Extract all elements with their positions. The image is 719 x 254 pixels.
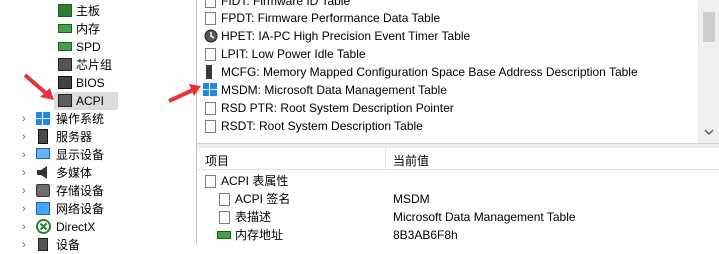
tree-item-display[interactable]: › 显示设备	[0, 146, 196, 164]
tree-item-label: 内存	[76, 22, 101, 36]
tree-item-label: SPD	[76, 40, 101, 54]
property-value: MSDM	[393, 192, 430, 206]
acpi-icon	[58, 94, 72, 107]
list-item[interactable]: MCFG: Memory Mapped Configuration Space …	[197, 63, 697, 81]
details-header: 项目 当前值	[197, 148, 719, 170]
column-header-item[interactable]: 项目	[205, 152, 229, 169]
tree-item-label: 设备	[56, 238, 81, 252]
page-icon	[205, 48, 216, 61]
property-value: 8B3AB6F8h	[393, 228, 458, 242]
tree-item-storage[interactable]: › 存储设备	[0, 182, 196, 200]
list-item-label: RSD PTR: Root System Description Pointer	[221, 101, 454, 115]
tree-item-motherboard[interactable]: 主板	[0, 2, 196, 20]
list-item[interactable]: RSD PTR: Root System Description Pointer	[197, 99, 697, 117]
table-row[interactable]: ACPI 签名 MSDM	[197, 190, 719, 208]
tree-item-acpi[interactable]: ACPI	[54, 92, 118, 110]
column-header-value[interactable]: 当前值	[393, 152, 429, 169]
tree-item-label: 操作系统	[56, 112, 105, 126]
chevron-right-icon[interactable]: ›	[22, 186, 32, 197]
page-icon	[219, 193, 230, 206]
list-item-label: LPIT: Low Power Idle Table	[221, 47, 366, 61]
windows-icon	[203, 83, 217, 96]
storage-icon	[36, 184, 50, 197]
list-item[interactable]: MSDM: Microsoft Data Management Table	[197, 81, 697, 99]
chevron-right-icon[interactable]: ›	[22, 168, 32, 179]
tree-item-label: 主板	[76, 4, 101, 18]
network-icon	[36, 202, 50, 215]
timer-icon	[204, 29, 218, 43]
page-icon	[205, 175, 216, 188]
server-icon	[38, 129, 48, 144]
memory-icon	[217, 231, 231, 239]
details-group[interactable]: ACPI 表属性	[197, 172, 719, 190]
scrollbar-thumb[interactable]	[703, 12, 715, 42]
list-scrollbar[interactable]	[698, 0, 719, 143]
multimedia-icon	[36, 166, 50, 179]
display-icon	[36, 148, 50, 159]
tree-item-memory[interactable]: 内存	[0, 20, 196, 38]
tree-item-label: 存储设备	[56, 184, 105, 198]
device-tree[interactable]: 主板 内存 SPD 芯片组 BIOS ACPI › 操作系统 › 服务器 › 显…	[0, 0, 197, 252]
property-value: Microsoft Data Management Table	[393, 210, 576, 224]
tree-item-server[interactable]: › 服务器	[0, 128, 196, 146]
page-icon	[205, 120, 216, 133]
tree-item-multimedia[interactable]: › 多媒体	[0, 164, 196, 182]
list-item-label: MCFG: Memory Mapped Configuration Space …	[221, 65, 638, 79]
memory-stick-icon	[206, 65, 212, 79]
tree-item-label: DirectX	[56, 220, 96, 234]
tree-item-label: 显示设备	[56, 148, 105, 162]
tree-item-label: 多媒体	[56, 166, 93, 180]
chipset-icon	[58, 58, 72, 71]
table-row[interactable]: 内存地址 8B3AB6F8h	[197, 226, 719, 244]
tree-item-directx[interactable]: › DirectX	[0, 218, 196, 236]
list-item-label: HPET: IA-PC High Precision Event Timer T…	[221, 29, 471, 43]
tree-item-devices[interactable]: › 设备	[0, 236, 196, 254]
column-divider[interactable]	[385, 148, 386, 169]
page-icon	[205, 12, 216, 25]
list-item[interactable]: RSDT: Root System Description Table	[197, 117, 697, 135]
property-label: 表描述	[235, 210, 272, 224]
list-item[interactable]: HPET: IA-PC High Precision Event Timer T…	[197, 27, 697, 45]
page-icon	[219, 211, 230, 224]
tree-item-label: 网络设备	[56, 202, 105, 216]
annotation-arrow-icon	[168, 84, 201, 103]
table-row[interactable]: 表描述 Microsoft Data Management Table	[197, 208, 719, 226]
tree-item-os[interactable]: › 操作系统	[0, 110, 196, 128]
tree-item-spd[interactable]: SPD	[0, 38, 196, 56]
page-icon	[205, 102, 216, 115]
acpi-table-list[interactable]: FIDT: Firmware ID Table FPDT: Firmware P…	[197, 0, 719, 143]
chevron-right-icon[interactable]: ›	[22, 204, 32, 215]
page-icon	[205, 0, 216, 8]
property-label: ACPI 签名	[235, 192, 291, 206]
bios-icon	[58, 76, 72, 89]
windows-icon	[36, 112, 50, 125]
chevron-right-icon[interactable]: ›	[22, 150, 32, 161]
right-pane: FIDT: Firmware ID Table FPDT: Firmware P…	[168, 0, 719, 244]
tree-item-label: 芯片组	[76, 58, 113, 72]
tree-item-label: 服务器	[56, 130, 93, 144]
chevron-right-icon[interactable]: ›	[22, 240, 32, 251]
memory-icon	[58, 24, 72, 33]
chevron-right-icon[interactable]: ›	[22, 222, 32, 233]
list-item[interactable]: FPDT: Firmware Performance Data Table	[197, 9, 697, 27]
group-label: ACPI 表属性	[221, 174, 289, 188]
list-item-label: RSDT: Root System Description Table	[221, 119, 423, 133]
chevron-right-icon[interactable]: ›	[22, 132, 32, 143]
tree-item-label: ACPI	[76, 94, 105, 108]
memory-icon	[58, 42, 72, 51]
list-item[interactable]: LPIT: Low Power Idle Table	[197, 45, 697, 63]
annotation-arrow-icon	[23, 73, 54, 100]
list-item-label: MSDM: Microsoft Data Management Table	[221, 83, 447, 97]
directx-icon	[36, 219, 51, 234]
motherboard-icon	[58, 4, 72, 17]
tree-item-network[interactable]: › 网络设备	[0, 200, 196, 218]
list-item-label: FPDT: Firmware Performance Data Table	[221, 11, 441, 25]
chevron-right-icon[interactable]: ›	[22, 114, 32, 125]
devices-icon	[38, 238, 48, 251]
scroll-down-icon[interactable]	[704, 129, 714, 135]
tree-item-label: BIOS	[76, 76, 105, 90]
property-label: 内存地址	[235, 228, 284, 242]
